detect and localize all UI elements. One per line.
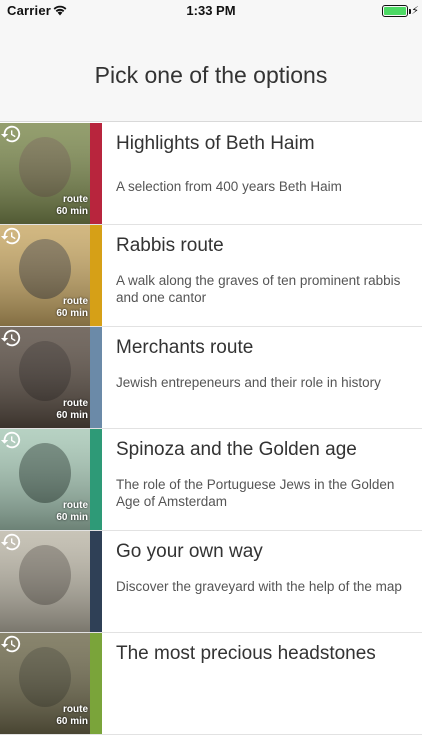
- route-duration-label: route 60 min: [56, 194, 88, 218]
- route-title: Rabbis route: [116, 235, 224, 256]
- route-thumbnail: route 60 min: [0, 429, 90, 530]
- route-tag: route: [63, 296, 88, 307]
- route-description: A walk along the graves of ten prominent…: [116, 273, 401, 305]
- route-title: Merchants route: [116, 337, 254, 358]
- route-row[interactable]: route 60 min The most precious headstones: [0, 633, 422, 735]
- route-duration-label: route 60 min: [56, 398, 88, 422]
- history-clock-icon: [0, 227, 21, 245]
- route-color-strip: [90, 123, 102, 224]
- history-clock-icon: [0, 431, 21, 449]
- route-description: Jewish entrepeneurs and their role in hi…: [116, 375, 381, 390]
- route-row[interactable]: route 60 min Highlights of Beth Haim A sele…: [0, 123, 422, 225]
- status-bar: Carrier 1:33 PM ⚡: [0, 0, 422, 22]
- route-tag: route: [63, 500, 88, 511]
- route-color-strip: [90, 429, 102, 530]
- history-clock-icon: [0, 635, 21, 653]
- route-row[interactable]: route 60 min Merchants route Jewish entrepe…: [0, 327, 422, 429]
- route-duration: 60 min: [56, 308, 88, 319]
- route-row[interactable]: Go your own way Discover the graveyard wi…: [0, 531, 422, 633]
- battery-icon: [382, 5, 408, 17]
- route-color-strip: [90, 225, 102, 326]
- route-thumbnail: route 60 min: [0, 225, 90, 326]
- route-tag: route: [63, 194, 88, 205]
- route-title: Highlights of Beth Haim: [116, 133, 315, 154]
- route-list: route 60 min Highlights of Beth Haim A sele…: [0, 123, 422, 735]
- route-description: A selection from 400 years Beth Haim: [116, 179, 342, 194]
- route-title: Spinoza and the Golden age: [116, 439, 357, 460]
- route-color-strip: [90, 633, 102, 734]
- route-duration-label: route 60 min: [56, 704, 88, 728]
- route-tag: route: [63, 398, 88, 409]
- route-thumbnail: route 60 min: [0, 327, 90, 428]
- clock-time: 1:33 PM: [186, 3, 236, 18]
- route-row[interactable]: route 60 min Rabbis route A walk along the …: [0, 225, 422, 327]
- route-description: The role of the Portuguese Jews in the G…: [116, 477, 395, 509]
- route-row[interactable]: route 60 min Spinoza and the Golden age The…: [0, 429, 422, 531]
- route-tag: route: [63, 704, 88, 715]
- nav-header: Pick one of the options: [0, 22, 422, 122]
- route-title: Go your own way: [116, 541, 263, 562]
- route-duration-label: route 60 min: [56, 296, 88, 320]
- history-clock-icon: [0, 125, 21, 143]
- route-thumbnail: route 60 min: [0, 633, 90, 734]
- route-description: Discover the graveyard with the help of …: [116, 579, 402, 594]
- route-thumbnail: route 60 min: [0, 123, 90, 224]
- route-color-strip: [90, 531, 102, 632]
- route-duration: 60 min: [56, 716, 88, 727]
- page-title: Pick one of the options: [94, 62, 328, 88]
- charging-bolt-icon: ⚡: [411, 5, 419, 17]
- history-clock-icon: [0, 329, 21, 347]
- route-duration: 60 min: [56, 410, 88, 421]
- route-title: The most precious headstones: [116, 643, 376, 664]
- battery-level: [384, 7, 406, 15]
- route-color-strip: [90, 327, 102, 428]
- route-duration: 60 min: [56, 206, 88, 217]
- route-thumbnail: [0, 531, 90, 632]
- route-duration-label: route 60 min: [56, 500, 88, 524]
- history-clock-icon: [0, 533, 21, 551]
- route-duration: 60 min: [56, 512, 88, 523]
